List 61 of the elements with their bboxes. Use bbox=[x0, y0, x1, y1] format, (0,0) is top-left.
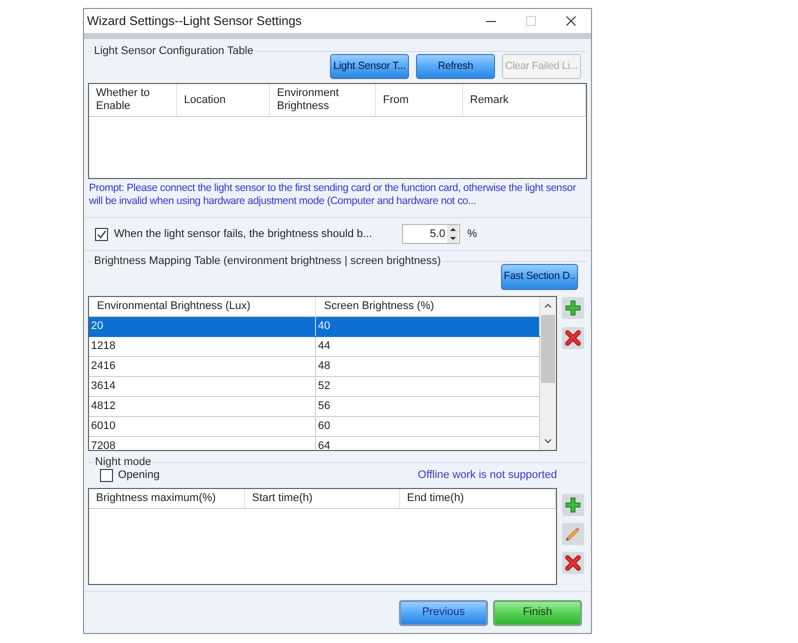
column-header: Location bbox=[177, 84, 270, 116]
delete-button[interactable] bbox=[562, 327, 584, 349]
add-button[interactable] bbox=[562, 297, 584, 319]
close-icon bbox=[566, 16, 576, 26]
checkbox-label: Opening bbox=[118, 468, 161, 484]
scroll-up-icon bbox=[544, 303, 552, 308]
down-arrow-icon bbox=[450, 237, 456, 240]
up-arrow-icon bbox=[450, 228, 456, 231]
table-cell: 2416 bbox=[89, 357, 316, 376]
checkbox[interactable] bbox=[100, 469, 113, 482]
scrollbar[interactable] bbox=[540, 297, 556, 450]
table-row[interactable]: 4812 56 bbox=[89, 397, 540, 417]
table-row[interactable]: 20 40 bbox=[89, 317, 540, 337]
check-icon bbox=[97, 230, 106, 238]
checkbox[interactable] bbox=[95, 228, 108, 240]
window-title: Wizard Settings--Light Sensor Settings bbox=[86, 12, 303, 30]
finish-button[interactable]: Finish bbox=[493, 600, 582, 626]
cross-icon bbox=[565, 555, 581, 571]
scroll-down-icon bbox=[544, 439, 552, 444]
column-header: Environment Brightness bbox=[270, 84, 376, 116]
scrollbar-thumb[interactable] bbox=[541, 315, 555, 383]
column-header: Environmental Brightness (Lux) bbox=[89, 297, 316, 316]
pencil-icon bbox=[565, 526, 581, 542]
cross-icon bbox=[565, 330, 581, 346]
delete-button[interactable] bbox=[562, 552, 584, 574]
table-row[interactable]: 2416 48 bbox=[89, 357, 540, 377]
maximize-icon bbox=[526, 16, 536, 26]
column-header: From bbox=[376, 84, 463, 116]
group-title: Brightness Mapping Table (environment brightness | screen brightness) bbox=[93, 255, 442, 267]
checkbox-label: When the light sensor fails, the brightness should b... bbox=[114, 226, 374, 242]
column-header: Start time(h) bbox=[245, 489, 400, 508]
group-title: Night mode bbox=[94, 456, 152, 468]
table-row[interactable]: 7208 64 bbox=[89, 437, 540, 450]
add-button[interactable] bbox=[562, 494, 584, 516]
table-cell: 7208 bbox=[89, 437, 316, 450]
action-button[interactable]: Refresh bbox=[416, 54, 495, 79]
plus-icon bbox=[565, 300, 581, 316]
prompt-text: Prompt: Please connect the light sensor to the first sending card or the function card, otherwise the light sensor will be invalid when using hardware adjustment mode (Computer and hardware not co... bbox=[88, 182, 577, 208]
table-row[interactable]: 6010 60 bbox=[89, 417, 540, 437]
table-cell: 20 bbox=[89, 317, 316, 336]
offline-note: Offline work is not supported bbox=[418, 468, 557, 484]
column-header: Whether to Enable bbox=[89, 84, 177, 116]
spin-down-button[interactable] bbox=[447, 234, 458, 243]
unit-label: % bbox=[467, 226, 477, 242]
spin-box[interactable]: 5.0 bbox=[402, 224, 460, 244]
column-header: End time(h) bbox=[400, 489, 556, 508]
spin-up-button[interactable] bbox=[447, 225, 458, 234]
column-header: Remark bbox=[463, 84, 586, 116]
previous-button[interactable]: Previous bbox=[399, 600, 488, 626]
plus-icon bbox=[565, 497, 581, 513]
action-button[interactable]: Light Sensor T... bbox=[330, 54, 409, 79]
table-cell: 3614 bbox=[89, 377, 316, 396]
column-header: Brightness maximum(%) bbox=[89, 489, 245, 508]
table-row[interactable]: 3614 52 bbox=[89, 377, 540, 397]
table-cell: 6010 bbox=[89, 417, 316, 436]
minimize-icon bbox=[486, 20, 496, 22]
table-cell: 4812 bbox=[89, 397, 316, 416]
fast-section-button[interactable]: Fast Section D.. bbox=[501, 264, 578, 290]
table-row[interactable]: 1218 44 bbox=[89, 337, 540, 357]
table-cell: 1218 bbox=[89, 337, 316, 356]
group-title: Light Sensor Configuration Table bbox=[93, 45, 254, 57]
